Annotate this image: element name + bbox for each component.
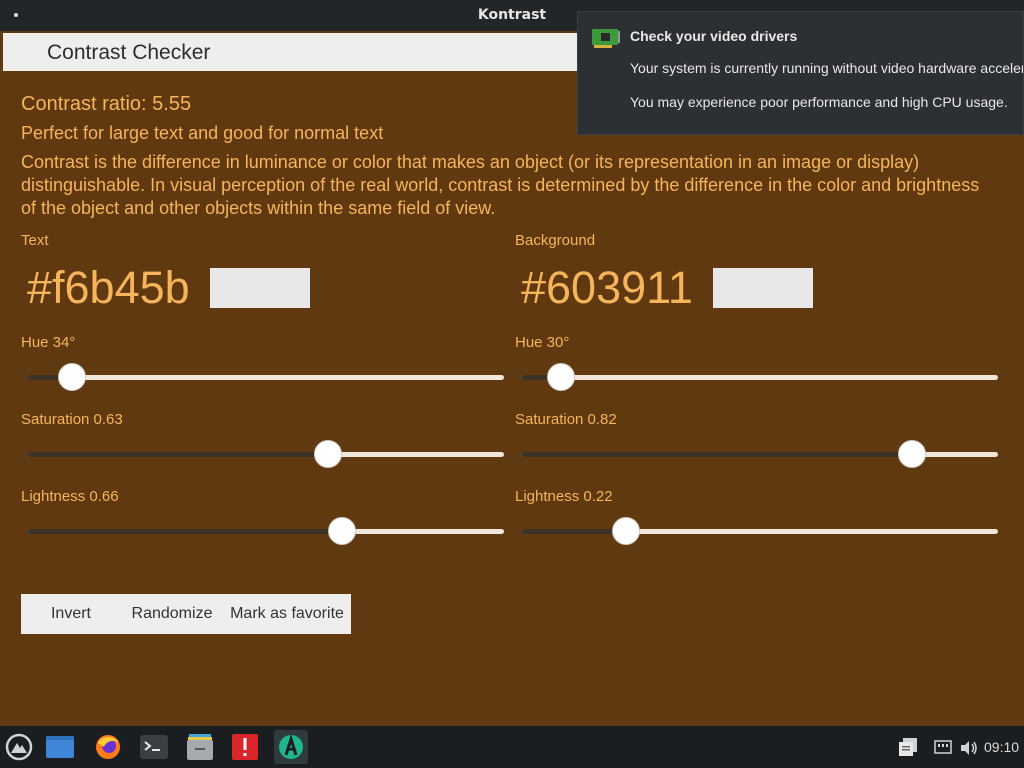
notification-detail: You may experience poor performance and …: [630, 94, 1008, 110]
notification-message: Your system is currently running without…: [630, 60, 1024, 76]
background-color-panel: Background #603911 Hue 30° Saturation 0.…: [515, 230, 1005, 550]
notification-title: Check your video drivers: [630, 28, 798, 44]
desktop-icon[interactable]: [43, 730, 77, 764]
background-color-swatch[interactable]: [713, 268, 813, 308]
background-saturation-slider[interactable]: [521, 440, 998, 468]
background-color-heading: Background: [515, 232, 596, 249]
slider-fill: [27, 452, 328, 457]
action-button-group: Invert Randomize Mark as favorite: [21, 594, 351, 634]
contrast-description: Contrast is the difference in luminance …: [21, 152, 980, 218]
background-lightness-label: Lightness 0.22: [515, 488, 613, 505]
clipboard-icon[interactable]: [897, 736, 919, 758]
kontrast-icon[interactable]: [274, 730, 308, 764]
text-hue-slider[interactable]: [27, 363, 504, 391]
taskbar: 09:10: [0, 726, 1024, 768]
slider-fill: [27, 529, 342, 534]
slider-handle[interactable]: [611, 517, 640, 545]
files-icon[interactable]: [183, 730, 217, 764]
text-saturation-label: Saturation 0.63: [21, 411, 123, 428]
contrast-ratio: Contrast ratio: 5.55: [21, 93, 192, 115]
alert-app-icon[interactable]: [228, 730, 262, 764]
slider-handle[interactable]: [327, 517, 356, 545]
slider-handle[interactable]: [58, 363, 87, 391]
slider-fill: [521, 529, 626, 534]
launcher-icon[interactable]: [2, 730, 36, 764]
firefox-icon[interactable]: [91, 730, 125, 764]
contrast-verdict: Perfect for large text and good for norm…: [21, 123, 384, 143]
text-hue-label: Hue 34°: [21, 334, 76, 351]
text-lightness-slider[interactable]: [27, 517, 504, 545]
video-driver-notification[interactable]: Check your video drivers Your system is …: [577, 11, 1024, 135]
background-hue-slider[interactable]: [521, 363, 998, 391]
text-color-swatch[interactable]: [210, 268, 310, 308]
background-saturation-label: Saturation 0.82: [515, 411, 617, 428]
slider-handle[interactable]: [313, 440, 342, 468]
network-icon[interactable]: [934, 740, 952, 754]
background-hue-label: Hue 30°: [515, 334, 570, 351]
text-saturation-slider[interactable]: [27, 440, 504, 468]
slider-handle[interactable]: [546, 363, 575, 391]
text-color-hex[interactable]: #f6b45b: [27, 260, 190, 316]
main-content: Contrast ratio: 5.55 Perfect for large t…: [0, 72, 1024, 726]
background-color-hex[interactable]: #603911: [521, 260, 693, 316]
terminal-icon[interactable]: [137, 730, 171, 764]
text-color-panel: Text #f6b45b Hue 34° Saturation 0.63 Lig…: [21, 230, 511, 550]
volume-icon[interactable]: [959, 740, 979, 756]
mark-favorite-button[interactable]: Mark as favorite: [223, 594, 351, 634]
page-title: Contrast Checker: [47, 41, 211, 64]
clock[interactable]: 09:10: [984, 739, 1019, 755]
invert-button[interactable]: Invert: [21, 594, 121, 634]
randomize-button[interactable]: Randomize: [121, 594, 223, 634]
text-color-heading: Text: [21, 232, 49, 249]
text-lightness-label: Lightness 0.66: [21, 488, 119, 505]
slider-fill: [521, 452, 913, 457]
background-lightness-slider[interactable]: [521, 517, 998, 545]
slider-handle[interactable]: [898, 440, 927, 468]
graphics-card-icon: [592, 29, 620, 48]
